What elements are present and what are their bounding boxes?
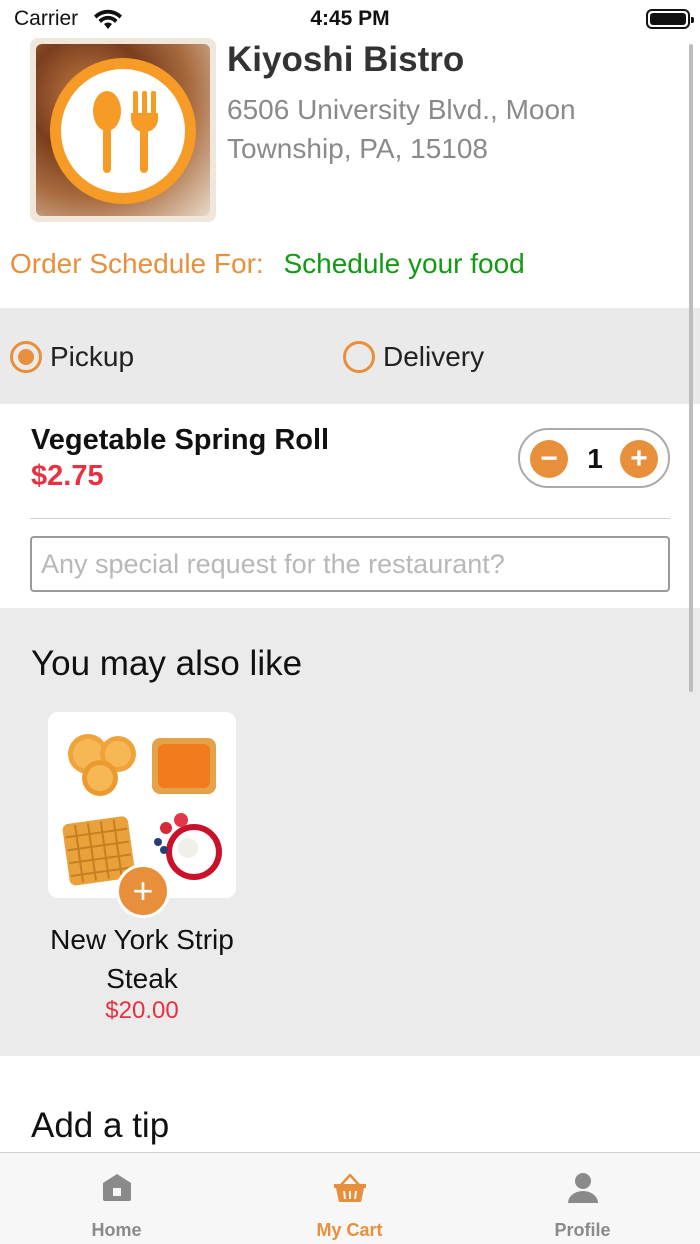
tip-title: Add a tip (31, 1106, 170, 1145)
divider (30, 518, 670, 519)
pickup-radio[interactable] (10, 341, 42, 373)
person-icon (567, 1173, 598, 1203)
utensils-icon (93, 91, 158, 173)
scroll-indicator[interactable] (689, 44, 693, 692)
pickup-option[interactable]: Pickup (10, 341, 134, 373)
order-type-selector: Pickup Delivery (0, 308, 700, 404)
item-price: $2.75 (31, 460, 104, 492)
schedule-link[interactable]: Schedule your food (283, 248, 524, 279)
decrease-quantity-button[interactable]: − (530, 440, 568, 478)
increase-quantity-button[interactable]: + (620, 440, 658, 478)
suggestions-section: You may also like + New York Strip Steak… (0, 608, 700, 1056)
tab-my-cart-label: My Cart (316, 1220, 383, 1240)
tab-home-label: Home (91, 1220, 142, 1240)
tab-my-cart[interactable]: My Cart (233, 1153, 466, 1244)
cart-item: Vegetable Spring Roll $2.75 1 − + (0, 404, 700, 608)
tab-home[interactable]: Home (0, 1153, 233, 1244)
status-bar: Carrier 4:45 PM (0, 0, 700, 40)
quantity-stepper: 1 − + (518, 428, 670, 488)
basket-icon (333, 1173, 366, 1202)
clock: 4:45 PM (310, 7, 390, 30)
add-suggestion-button[interactable]: + (116, 864, 170, 918)
schedule-label: Order Schedule For: (10, 248, 264, 279)
home-icon (102, 1174, 131, 1201)
suggestion-price: $20.00 (105, 997, 179, 1024)
pickup-label: Pickup (50, 341, 135, 372)
item-name: Vegetable Spring Roll (31, 424, 330, 456)
delivery-label: Delivery (383, 341, 485, 372)
suggestion-name: New York Strip Steak (50, 924, 234, 994)
tab-bar: Home My Cart Profile (0, 1152, 700, 1244)
schedule-row[interactable]: Order Schedule For: Schedule your food (10, 248, 525, 280)
tab-profile-label: Profile (554, 1220, 611, 1240)
tab-profile[interactable]: Profile (466, 1153, 699, 1244)
restaurant-name: Kiyoshi Bistro (227, 40, 465, 79)
battery-icon (646, 9, 694, 29)
restaurant-address: 6506 University Blvd., Moon Township, PA… (227, 94, 576, 164)
delivery-radio[interactable] (343, 341, 375, 373)
delivery-option[interactable]: Delivery (343, 341, 484, 373)
suggestion-card[interactable]: + (48, 712, 236, 918)
special-request-input[interactable] (30, 536, 670, 592)
restaurant-logo (30, 38, 216, 222)
suggestions-title: You may also like (31, 644, 303, 683)
